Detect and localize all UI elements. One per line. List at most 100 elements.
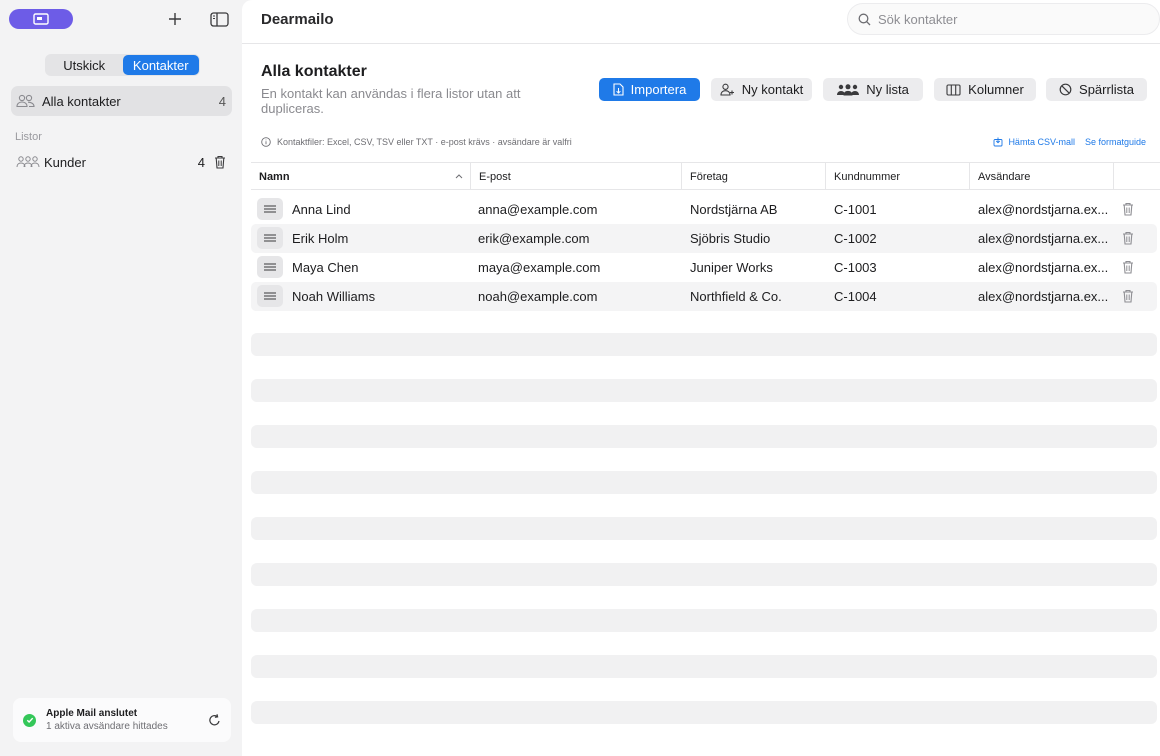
lists-section-heading: Listor: [15, 131, 42, 143]
cell-name: Erik Holm: [292, 231, 349, 246]
trash-icon[interactable]: [1122, 202, 1134, 216]
new-list-button[interactable]: Ny lista: [823, 78, 923, 101]
app-logo-button[interactable]: [9, 9, 73, 29]
table-row[interactable]: Erik Holm erik@example.com Sjöbris Studi…: [251, 224, 1157, 253]
empty-row: [251, 609, 1157, 632]
cell-email: anna@example.com: [478, 202, 598, 217]
group-filled-icon: [837, 83, 860, 95]
drag-handle-icon[interactable]: [257, 285, 283, 307]
new-contact-button[interactable]: Ny kontakt: [711, 78, 812, 101]
empty-row: [251, 379, 1157, 402]
drag-handle-icon[interactable]: [257, 256, 283, 278]
sidebar-item-count: 4: [197, 154, 205, 170]
drag-handle-icon[interactable]: [257, 227, 283, 249]
segment-kontakter[interactable]: Kontakter: [122, 55, 199, 75]
segment-utskick[interactable]: Utskick: [46, 55, 123, 75]
main-panel: Dearmailo Alla kontakter En kontakt kan …: [242, 0, 1160, 756]
search-input[interactable]: [878, 11, 1138, 27]
empty-row: [251, 701, 1157, 724]
import-button-label: Importera: [630, 82, 687, 97]
import-file-icon: [613, 83, 624, 96]
contact-card-icon: [33, 13, 49, 25]
cell-company: Northfield & Co.: [690, 289, 782, 304]
column-header-company[interactable]: Företag: [681, 163, 825, 190]
column-header-customer-number[interactable]: Kundnummer: [825, 163, 969, 190]
column-header-label: E-post: [479, 170, 511, 183]
import-hint-text: Kontaktfiler: Excel, CSV, TSV eller TXT …: [277, 137, 572, 147]
column-header-name[interactable]: Namn: [251, 163, 470, 190]
table-header: Namn E-post Företag Kundnummer Avsändare: [251, 162, 1160, 190]
cell-customer-number: C-1004: [834, 289, 877, 304]
sidebar: Utskick Kontakter Alla kontakter 4 Listo…: [0, 0, 242, 756]
search-icon: [858, 13, 871, 25]
sidebar-item-label: Alla kontakter: [42, 93, 121, 109]
empty-row: [251, 333, 1157, 356]
sort-ascending-icon: [455, 174, 463, 179]
cell-company: Sjöbris Studio: [690, 231, 771, 246]
cell-name: Maya Chen: [292, 260, 359, 275]
trash-icon[interactable]: [1122, 231, 1134, 245]
download-csv-template-link[interactable]: Hämta CSV-mall: [993, 137, 1075, 147]
columns-button[interactable]: Kolumner: [934, 78, 1036, 101]
page-subtitle: En kontakt kan användas i flera listor u…: [261, 86, 521, 116]
table-row[interactable]: Anna Lind anna@example.com Nordstjärna A…: [251, 195, 1157, 224]
new-list-button-label: Ny lista: [866, 82, 909, 97]
hint-links: Hämta CSV-mall Se formatguide: [993, 137, 1146, 147]
trash-icon[interactable]: [1122, 260, 1134, 274]
column-header-email[interactable]: E-post: [470, 163, 681, 190]
cell-customer-number: C-1001: [834, 202, 877, 217]
table-row[interactable]: Maya Chen maya@example.com Juniper Works…: [251, 253, 1157, 282]
sidebar-item-label: Kunder: [44, 154, 86, 170]
contacts-table-body: Anna Lind anna@example.com Nordstjärna A…: [251, 195, 1157, 311]
columns-button-label: Kolumner: [968, 82, 1024, 97]
columns-icon: [946, 83, 961, 96]
download-icon: [993, 137, 1003, 147]
cell-sender: alex@nordstjarna.ex...: [978, 231, 1109, 246]
sidebar-toggle-icon[interactable]: [209, 10, 229, 28]
mail-connection-status: Apple Mail anslutet 1 aktiva avsändare h…: [13, 698, 231, 742]
column-header-label: Företag: [690, 170, 728, 183]
blocklist-button[interactable]: Spärrlista: [1046, 78, 1147, 101]
download-csv-template-label: Hämta CSV-mall: [1008, 137, 1075, 147]
empty-row: [251, 655, 1157, 678]
cell-sender: alex@nordstjarna.ex...: [978, 260, 1109, 275]
cell-sender: alex@nordstjarna.ex...: [978, 202, 1109, 217]
drag-handle-icon[interactable]: [257, 198, 283, 220]
cell-email: maya@example.com: [478, 260, 601, 275]
trash-icon[interactable]: [1122, 289, 1134, 303]
column-header-sender[interactable]: Avsändare: [969, 163, 1113, 190]
group-icon: [16, 156, 40, 168]
import-hint: Kontaktfiler: Excel, CSV, TSV eller TXT …: [261, 137, 572, 147]
cell-name: Anna Lind: [292, 202, 351, 217]
sidebar-item-kunder[interactable]: Kunder 4: [11, 147, 232, 177]
title-bar: Dearmailo: [242, 0, 1160, 44]
status-title: Apple Mail anslutet: [46, 708, 138, 719]
info-icon: [261, 137, 271, 147]
import-button[interactable]: Importera: [599, 78, 700, 101]
cell-company: Juniper Works: [690, 260, 773, 275]
app-title: Dearmailo: [261, 11, 334, 28]
refresh-icon[interactable]: [208, 713, 221, 727]
empty-row: [251, 563, 1157, 586]
cell-email: noah@example.com: [478, 289, 598, 304]
column-header-label: Avsändare: [978, 170, 1031, 183]
cell-name: Noah Williams: [292, 289, 376, 304]
people-icon: [16, 94, 35, 108]
cell-customer-number: C-1002: [834, 231, 877, 246]
blocklist-button-label: Spärrlista: [1079, 82, 1134, 97]
add-person-icon: [720, 83, 734, 96]
status-subtitle: 1 aktiva avsändare hittades: [46, 721, 168, 732]
blocked-icon: [1059, 83, 1072, 96]
column-header-label: Namn: [259, 170, 290, 183]
table-row[interactable]: Noah Williams noah@example.com Northfiel…: [251, 282, 1157, 311]
empty-row: [251, 471, 1157, 494]
sidebar-item-count: 4: [218, 93, 226, 109]
format-guide-link[interactable]: Se formatguide: [1085, 137, 1146, 147]
sidebar-item-all-contacts[interactable]: Alla kontakter 4: [11, 86, 232, 116]
new-contact-button-label: Ny kontakt: [741, 82, 804, 97]
add-icon[interactable]: [166, 10, 184, 28]
page-title: Alla kontakter: [261, 63, 367, 80]
mode-segmented-control: Utskick Kontakter: [45, 54, 200, 76]
trash-icon[interactable]: [214, 155, 226, 169]
column-header-label: Kundnummer: [834, 170, 901, 183]
